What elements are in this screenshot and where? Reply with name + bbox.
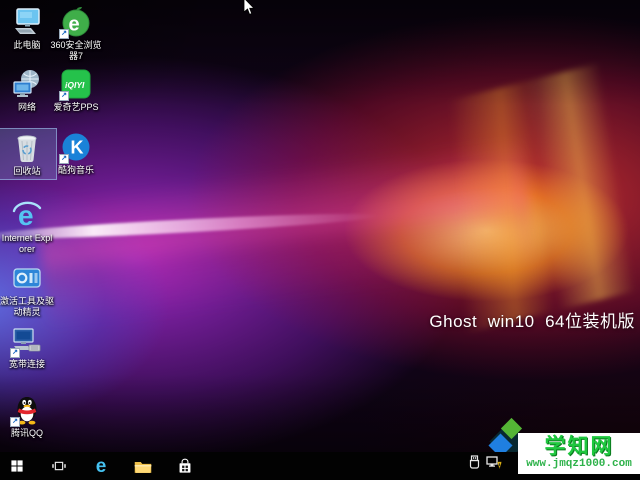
- icon-label: 腾讯QQ: [10, 428, 43, 438]
- 360-browser-icon: e ↗: [59, 6, 92, 39]
- desktop-icon-internet-explorer[interactable]: e Internet Explorer: [0, 199, 54, 255]
- icon-label: Internet Explorer: [1, 233, 53, 254]
- desktop-icon-activation-tools[interactable]: 激活工具及驱动精灵: [0, 262, 54, 318]
- broadband-connection-icon: ↗: [10, 325, 43, 358]
- watermark-site-url: www.jmqz1000.com: [526, 458, 632, 470]
- recycle-bin-icon: [11, 132, 43, 164]
- internet-explorer-icon: e: [11, 199, 43, 231]
- desktop-screen: Ghost win10 64位装机版 此电脑 网络 回收站 e Internet…: [0, 0, 640, 480]
- edge-browser-button[interactable]: e: [86, 452, 116, 480]
- iqiyi-pps-icon: iQIYI ↗: [59, 68, 92, 101]
- network-icon: [11, 68, 43, 100]
- wallpaper-edition-text: Ghost win10 64位装机版: [429, 312, 635, 331]
- watermark-box: 学知网 www.jmqz1000.com: [518, 433, 640, 474]
- shortcut-arrow-icon: ↗: [10, 417, 20, 427]
- task-view-icon: [52, 461, 66, 471]
- start-button[interactable]: [2, 452, 32, 480]
- shortcut-arrow-icon: ↗: [59, 91, 69, 101]
- icon-label: 宽带连接: [8, 359, 45, 369]
- shortcut-arrow-icon: ↗: [10, 348, 20, 358]
- watermark-site-name: 学知网: [544, 435, 614, 458]
- store-button[interactable]: [170, 452, 200, 480]
- activation-tools-icon: [11, 262, 43, 294]
- icon-label: 回收站: [13, 166, 41, 176]
- desktop-icon-network[interactable]: 网络: [0, 68, 54, 113]
- network-warning-icon[interactable]: [486, 455, 502, 475]
- file-explorer-button[interactable]: [128, 452, 158, 480]
- shortcut-arrow-icon: ↗: [59, 29, 69, 39]
- task-view-button[interactable]: [44, 452, 74, 480]
- file-explorer-icon: [134, 461, 152, 473]
- desktop-icon-tencent-qq[interactable]: ↗ 腾讯QQ: [0, 394, 54, 439]
- qq-penguin-icon: ↗: [10, 394, 43, 427]
- system-tray: [468, 455, 502, 475]
- desktop-icon-this-pc[interactable]: 此电脑: [0, 6, 54, 51]
- desktop-icon-broadband[interactable]: ↗ 宽带连接: [0, 325, 54, 370]
- icon-label: 爱奇艺PPS: [53, 102, 99, 112]
- svg-text:e: e: [69, 14, 80, 36]
- desktop-icon-kugou-music[interactable]: K ↗ 酷狗音乐: [47, 131, 105, 176]
- edge-icon: e: [95, 455, 107, 477]
- store-icon: [179, 458, 191, 473]
- icon-label: 此电脑: [13, 40, 41, 50]
- usb-device-icon[interactable]: [468, 455, 481, 475]
- mouse-cursor: [242, 0, 255, 21]
- iqiyi-logo-text: iQIYI: [65, 80, 85, 90]
- icon-label: 网络: [17, 102, 36, 112]
- desktop-icon-360-browser[interactable]: e ↗ 360安全浏览器7: [47, 6, 105, 62]
- svg-text:K: K: [71, 138, 84, 158]
- shortcut-arrow-icon: ↗: [59, 154, 69, 164]
- icon-label: 360安全浏览器7: [50, 40, 102, 61]
- this-pc-icon: [11, 6, 43, 38]
- icon-label: 激活工具及驱动精灵: [0, 296, 55, 317]
- icon-label: 酷狗音乐: [57, 165, 94, 175]
- kugou-music-icon: K ↗: [59, 131, 92, 164]
- windows-logo-icon: [11, 460, 23, 472]
- desktop-icon-iqiyi-pps[interactable]: iQIYI ↗ 爱奇艺PPS: [47, 68, 105, 113]
